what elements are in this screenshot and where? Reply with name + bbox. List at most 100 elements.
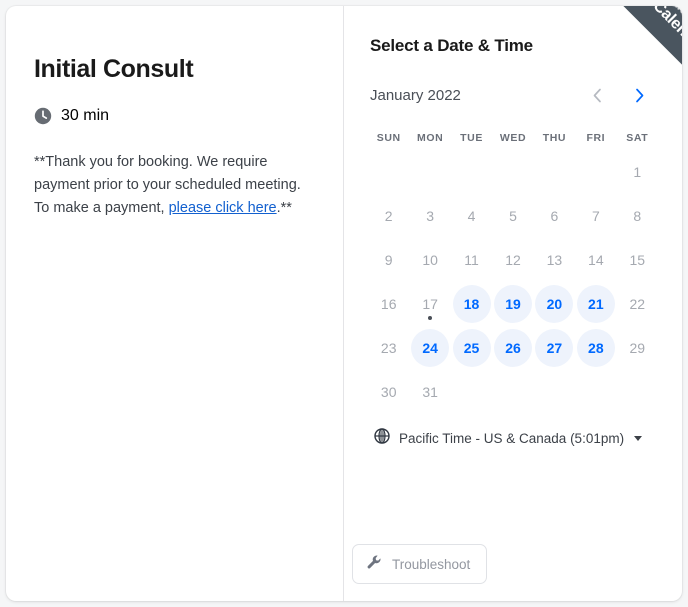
calendar-day-9: 9 [370,241,408,279]
calendar-day-cell: 21 [575,282,616,326]
calendar-day-8: 8 [618,197,656,235]
calendar-weekday-sat: SAT [626,132,649,144]
calendar-day-cell [575,370,616,414]
calendar-day-24[interactable]: 24 [411,329,450,367]
calendar-week-row: 30 31 [368,370,658,414]
duration-label: 30 min [61,107,110,124]
event-duration: 30 min [34,107,315,125]
payment-link[interactable]: please click here [169,200,277,216]
calendar-day-cell [368,150,409,194]
calendar-weekday-mon: MON [416,132,444,144]
calendar-weekday-thu: THU [542,132,567,144]
calendar-day-cell [492,370,533,414]
timezone-label: Pacific Time - US & Canada (5:01pm) [399,431,625,446]
calendar-day-cell [451,150,492,194]
calendar-day-cell: 2 [368,194,409,238]
calendar-day-30: 30 [370,373,408,411]
calendar-day-cell: 25 [451,326,492,370]
calendar-day-18[interactable]: 18 [452,285,491,323]
calendar-weekday-fri: FRI [586,132,606,144]
calendar-day-4: 4 [453,197,491,235]
calendar-week-row: 1 [368,150,658,194]
calendar-day-cell: 15 [617,238,658,282]
month-label: January 2022 [370,86,461,104]
calendar-day-10: 10 [411,241,449,279]
calendar-weekday-header: SUN MON TUE WED THU FRI SAT [368,126,658,150]
event-description: **Thank you for booking. We require paym… [34,151,306,220]
calendar-day-cell: 6 [534,194,575,238]
calendar-day-cell: 26 [492,326,533,370]
calendar-day-21[interactable]: 21 [576,285,615,323]
calendar-day-2: 2 [370,197,408,235]
calendar-day-cell: 11 [451,238,492,282]
calendar-day-12: 12 [494,241,532,279]
calendar-day-cell [534,150,575,194]
calendar-day-cell: 9 [368,238,409,282]
calendar-day-6: 6 [535,197,573,235]
troubleshoot-button[interactable]: Troubleshoot [352,544,488,584]
calendar-day-cell: 20 [534,282,575,326]
calendar-day-cell: 5 [492,194,533,238]
calendar-week-row: 16 17 18 19 20 21 22 [368,282,658,326]
calendar-day-28[interactable]: 28 [576,329,615,367]
calendar-day-cell [617,370,658,414]
calendar-day-23: 23 [370,329,408,367]
calendar-day-cell: 24 [409,326,450,370]
calendar-day-cell: 3 [409,194,450,238]
calendar-day-cell [409,150,450,194]
event-details-panel: Initial Consult 30 min **Thank you for b… [6,6,344,601]
calendar-day-7: 7 [577,197,615,235]
calendar-day-cell: 23 [368,326,409,370]
event-title: Initial Consult [34,55,194,83]
calendar-day-cell: 14 [575,238,616,282]
calendar-week-row: 23 24 25 26 27 28 29 [368,326,658,370]
calendar-day-cell [492,150,533,194]
calendar-day-27[interactable]: 27 [535,329,574,367]
calendar-day-cell: 12 [492,238,533,282]
calendar-day-cell: 1 [617,150,658,194]
calendar-day-cell: 27 [534,326,575,370]
calendar-day-cell: 22 [617,282,658,326]
calendar-week-row: 2345678 [368,194,658,238]
calendar-day-cell [534,370,575,414]
wrench-icon [366,554,383,574]
calendar-day-5: 5 [494,197,532,235]
previous-month-button[interactable] [586,84,608,106]
calendar-day-cell: 17 [409,282,450,326]
next-month-button[interactable] [628,84,650,106]
chevron-down-icon [634,436,643,441]
calendar-day-cell: 18 [451,282,492,326]
timezone-selector[interactable]: Pacific Time - US & Canada (5:01pm) [368,428,643,449]
calendar-day-25[interactable]: 25 [452,329,491,367]
calendar-day-cell: 29 [617,326,658,370]
month-nav-buttons [586,84,656,106]
chevron-left-icon [592,88,603,103]
calendar-day-cell [575,150,616,194]
calendar-day-26[interactable]: 26 [493,329,532,367]
booking-card: Initial Consult 30 min **Thank you for b… [6,6,682,601]
calendar-day-29: 29 [618,329,656,367]
calendar-day-11: 11 [453,241,491,279]
calendar-day-cell: 13 [534,238,575,282]
calendar-day-19[interactable]: 19 [493,285,532,323]
month-navigation: January 2022 [368,84,658,106]
globe-icon [374,428,390,449]
chevron-right-icon [634,88,645,103]
clock-icon [34,107,52,125]
calendar-day-cell: 10 [409,238,450,282]
calendar-day-1: 1 [618,153,656,191]
calendar-body: 1 2 3 4 5 6 7 8 9 10 11 12 13 14 15 16 17 18 19 20 21 22 23 24 2… [368,150,658,414]
calendar-day-cell: 31 [409,370,450,414]
calendar-day-cell: 8 [617,194,658,238]
calendar-day-20[interactable]: 20 [535,285,574,323]
calendar-day-cell: 30 [368,370,409,414]
calendar: SUN MON TUE WED THU FRI SAT 1 2 3 4 5 6 7 8 9 10 11 12 13 1… [368,126,658,414]
calendar-day-cell: 28 [575,326,616,370]
calendar-day-cell: 16 [368,282,409,326]
calendar-day-cell [451,370,492,414]
description-text-after: .** [276,200,292,216]
calendar-day-31: 31 [411,373,449,411]
calendar-day-16: 16 [370,285,408,323]
calendar-day-3: 3 [411,197,449,235]
calendar-day-22: 22 [618,285,656,323]
